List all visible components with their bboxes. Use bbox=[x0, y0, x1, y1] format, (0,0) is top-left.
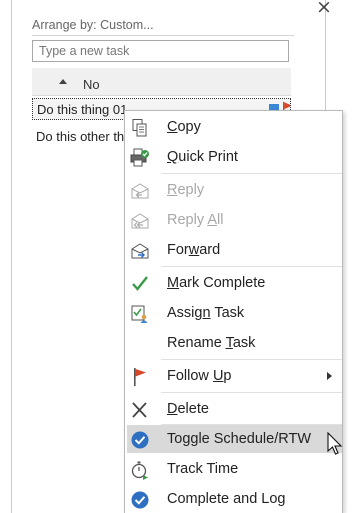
menu-item-label: Copy bbox=[167, 119, 201, 135]
menu-item-label: Reply All bbox=[167, 212, 224, 228]
menu-item-label: Assign Task bbox=[167, 305, 245, 321]
menu-separator bbox=[161, 173, 342, 174]
menu-item-mark-complete[interactable]: Mark Complete bbox=[127, 269, 342, 297]
menu-item-label: Track Time bbox=[167, 461, 239, 477]
menu-item-label: Reply bbox=[167, 182, 205, 198]
menu-item-label: Delete bbox=[167, 401, 209, 417]
context-menu: Copy Quick Print Reply Reply All Forward… bbox=[124, 110, 343, 513]
menu-item-delete[interactable]: Delete bbox=[127, 395, 342, 423]
reply-icon bbox=[131, 183, 149, 199]
group-header[interactable]: No bbox=[32, 68, 291, 96]
menu-separator bbox=[161, 392, 342, 393]
checkmark-icon bbox=[132, 276, 148, 291]
menu-item-assign-task[interactable]: Assign Task bbox=[127, 299, 342, 327]
menu-item-forward[interactable]: Forward bbox=[127, 236, 342, 264]
menu-item-copy[interactable]: Copy bbox=[127, 113, 342, 141]
menu-item-label: Follow Up bbox=[167, 368, 232, 384]
new-task-input[interactable]: Type a new task bbox=[32, 40, 289, 62]
divider bbox=[32, 35, 294, 36]
menu-item-toggle-schedule-rtw[interactable]: Toggle Schedule/RTW bbox=[127, 425, 342, 453]
delete-icon bbox=[132, 402, 147, 418]
group-label: No bbox=[83, 77, 100, 92]
submenu-arrow-icon bbox=[327, 372, 332, 380]
menu-item-label: Toggle Schedule/RTW bbox=[167, 431, 312, 447]
close-icon[interactable]: × bbox=[314, 0, 334, 18]
quick-print-icon bbox=[130, 148, 149, 167]
mouse-cursor-icon bbox=[327, 432, 343, 455]
menu-item-label: Quick Print bbox=[167, 149, 238, 165]
check-circle-icon bbox=[131, 431, 149, 449]
menu-item-reply: Reply bbox=[127, 176, 342, 204]
menu-separator bbox=[161, 359, 342, 360]
menu-item-label: Forward bbox=[167, 242, 221, 258]
menu-item-complete-and-log[interactable]: Complete and Log bbox=[127, 485, 342, 513]
menu-item-label: Mark Complete bbox=[167, 275, 266, 291]
collapse-triangle-icon[interactable] bbox=[59, 79, 67, 84]
menu-item-reply-all: Reply All bbox=[127, 206, 342, 234]
menu-item-quick-print[interactable]: Quick Print bbox=[127, 143, 342, 171]
menu-item-follow-up[interactable]: Follow Up bbox=[127, 362, 342, 390]
menu-item-label: Complete and Log bbox=[167, 491, 286, 507]
menu-item-rename-task[interactable]: Rename Task bbox=[127, 329, 342, 357]
task-title: Do this thing 01 bbox=[37, 102, 128, 117]
arrange-by-label[interactable]: Arrange by: Custom... bbox=[32, 18, 294, 34]
copy-icon bbox=[132, 119, 147, 137]
stopwatch-icon bbox=[131, 461, 148, 480]
menu-separator bbox=[161, 266, 342, 267]
forward-icon bbox=[131, 243, 149, 259]
menu-item-label: Rename Task bbox=[167, 335, 256, 351]
menu-item-track-time[interactable]: Track Time bbox=[127, 455, 342, 483]
check-circle-icon bbox=[131, 491, 149, 509]
reply-all-icon bbox=[131, 213, 149, 229]
assign-task-icon bbox=[131, 305, 148, 323]
flag-icon bbox=[134, 368, 146, 386]
